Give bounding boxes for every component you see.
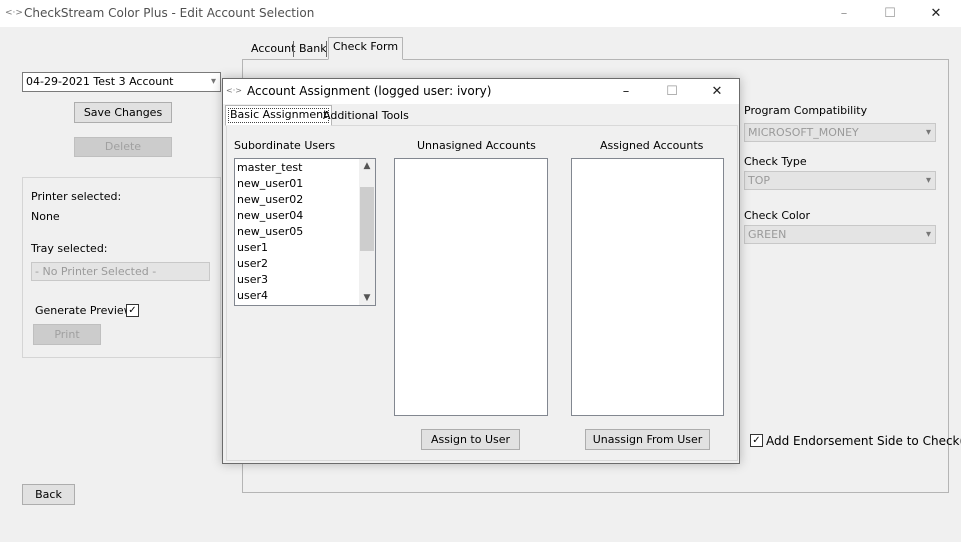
- list-item[interactable]: new_user02: [236, 192, 359, 208]
- save-changes-button[interactable]: Save Changes: [74, 102, 172, 123]
- account-select[interactable]: 04-29-2021 Test 3 Account ▾: [22, 72, 221, 92]
- tab-additional-tools[interactable]: Additional Tools: [319, 107, 413, 127]
- tab-basic-assignment[interactable]: Basic Assignment: [225, 105, 333, 126]
- dialog-minimize-button[interactable]: –: [603, 79, 649, 104]
- maximize-button[interactable]: ☐: [867, 0, 913, 27]
- program-compatibility-value: MICROSOFT_MONEY: [748, 126, 859, 139]
- check-type-label: Check Type: [744, 155, 807, 168]
- main-title-bar: <·> CheckStream Color Plus - Edit Accoun…: [0, 0, 961, 27]
- list-item[interactable]: new_user05: [236, 224, 359, 240]
- delete-button[interactable]: Delete: [74, 137, 172, 157]
- scroll-down-icon[interactable]: ▼: [359, 291, 375, 305]
- tray-label: Tray selected:: [31, 242, 108, 255]
- users-list-items: master_test new_user01 new_user02 new_us…: [236, 160, 359, 304]
- print-button[interactable]: Print: [33, 324, 101, 345]
- endorsement-checkbox[interactable]: ✓: [750, 434, 763, 447]
- check-color-label: Check Color: [744, 209, 811, 222]
- subordinate-users-header: Subordinate Users: [234, 139, 336, 152]
- unassigned-accounts-list[interactable]: [394, 158, 548, 416]
- printer-value: None: [31, 210, 60, 223]
- check-type-select[interactable]: TOP ▾: [744, 171, 936, 190]
- scroll-up-icon[interactable]: ▲: [359, 159, 375, 173]
- chevron-down-icon: ▾: [925, 127, 931, 138]
- check-type-value: TOP: [748, 174, 771, 187]
- subordinate-users-list[interactable]: master_test new_user01 new_user02 new_us…: [234, 158, 376, 306]
- unassign-from-user-button[interactable]: Unassign From User: [585, 429, 710, 450]
- tab-check-form[interactable]: Check Form: [328, 37, 404, 60]
- list-item[interactable]: master_test: [236, 160, 359, 176]
- generate-preview-label: Generate Preview: [35, 304, 133, 317]
- chevron-down-icon: ▾: [925, 175, 931, 186]
- dialog-close-button[interactable]: ✕: [694, 79, 740, 104]
- printer-label: Printer selected:: [31, 190, 122, 203]
- scroll-thumb[interactable]: [360, 187, 374, 251]
- dialog-maximize-button[interactable]: ☐: [649, 79, 695, 104]
- minimize-button[interactable]: –: [821, 0, 867, 27]
- dialog-app-icon: <·>: [226, 86, 242, 95]
- endorsement-label: Add Endorsement Side to Check(s): [766, 434, 961, 448]
- check-color-value: GREEN: [748, 228, 787, 241]
- assigned-accounts-header: Assigned Accounts: [600, 139, 704, 152]
- tab-account[interactable]: Account: [247, 40, 299, 60]
- unassigned-accounts-header: Unnasigned Accounts: [417, 139, 536, 152]
- dialog-title-bar: <·> Account Assignment (logged user: ivo…: [223, 79, 739, 104]
- tray-select[interactable]: - No Printer Selected -: [31, 262, 210, 281]
- list-item[interactable]: new_user04: [236, 208, 359, 224]
- list-item[interactable]: user3: [236, 272, 359, 288]
- generate-preview-checkbox[interactable]: ✓: [126, 304, 139, 317]
- tab-divider: [326, 41, 327, 57]
- program-compatibility-select[interactable]: MICROSOFT_MONEY ▾: [744, 123, 936, 142]
- check-color-select[interactable]: GREEN ▾: [744, 225, 936, 244]
- account-select-value: 04-29-2021 Test 3 Account: [26, 75, 174, 88]
- app-icon: <·>: [5, 8, 23, 18]
- program-compatibility-label: Program Compatibility: [744, 104, 868, 117]
- account-assignment-dialog: <·> Account Assignment (logged user: ivo…: [222, 78, 740, 464]
- window-title: CheckStream Color Plus - Edit Account Se…: [24, 6, 315, 20]
- back-button[interactable]: Back: [22, 484, 75, 505]
- list-item[interactable]: user4: [236, 288, 359, 304]
- close-button[interactable]: ✕: [913, 0, 959, 27]
- assigned-accounts-list[interactable]: [571, 158, 724, 416]
- list-item[interactable]: user2: [236, 256, 359, 272]
- chevron-down-icon: ▾: [210, 76, 216, 87]
- users-scrollbar[interactable]: ▲ ▼: [359, 159, 375, 305]
- dialog-title: Account Assignment (logged user: ivory): [247, 84, 492, 98]
- list-item[interactable]: new_user01: [236, 176, 359, 192]
- list-item[interactable]: user1: [236, 240, 359, 256]
- tab-divider: [293, 41, 294, 57]
- tray-select-value: - No Printer Selected -: [35, 265, 157, 278]
- chevron-down-icon: ▾: [925, 229, 931, 240]
- assign-to-user-button[interactable]: Assign to User: [421, 429, 520, 450]
